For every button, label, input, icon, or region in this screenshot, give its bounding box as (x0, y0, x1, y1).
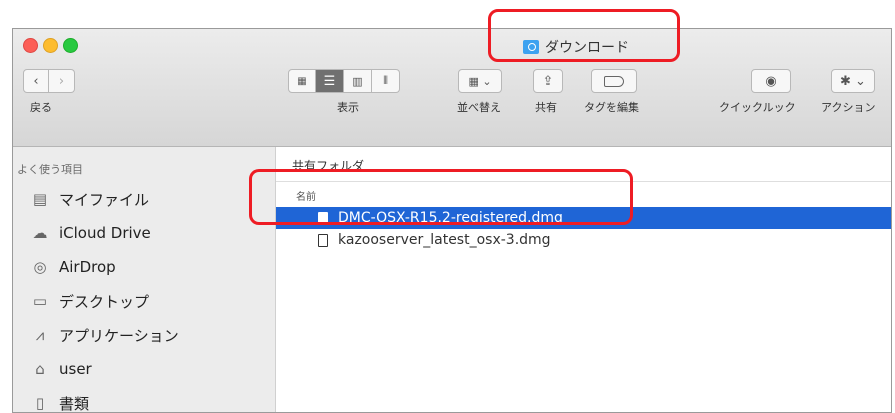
sidebar-item-label: AirDrop (59, 258, 116, 276)
close-button[interactable] (23, 38, 38, 53)
desktop-icon: ▭ (32, 292, 48, 310)
sidebar-item-label: 書類 (59, 394, 90, 413)
share-icon: ⇪ (542, 73, 554, 89)
sidebar-item-applications[interactable]: ⩘ アプリケーション (31, 321, 179, 349)
zoom-button[interactable] (63, 38, 78, 53)
title-highlight-callout (488, 9, 680, 62)
grid-icon: ▦ (297, 75, 307, 87)
all-my-files-icon: ▤ (32, 190, 48, 208)
action-button[interactable]: ✱ ⌄ (831, 69, 875, 93)
coverflow-view-button[interactable]: ⫴ (372, 69, 400, 93)
sort-button[interactable]: ▦ ⌄ (458, 69, 502, 93)
back-label: 戻る (30, 101, 52, 114)
quicklook-button[interactable]: ◉ (751, 69, 791, 93)
toolbar: ダウンロード ‹ › 戻る ▦ ☰ ▥ ⫴ 表示 ▦ ⌄ 並べ替え ⇪ 共有 タ… (13, 29, 891, 147)
view-mode-group: ▦ ☰ ▥ ⫴ (288, 69, 400, 93)
list-icon: ☰ (323, 73, 336, 89)
list-view-button[interactable]: ☰ (316, 69, 344, 93)
minimize-button[interactable] (43, 38, 58, 53)
sidebar-item-all-my-files[interactable]: ▤ マイファイル (31, 185, 149, 213)
tag-icon (604, 75, 624, 87)
sidebar-item-desktop[interactable]: ▭ デスクトップ (31, 287, 149, 315)
file-row[interactable]: kazooserver_latest_osx-3.dmg (276, 229, 891, 251)
quicklook-label: クイックルック (719, 101, 796, 114)
sidebar-item-airdrop[interactable]: ◎ AirDrop (31, 253, 116, 281)
share-button[interactable]: ⇪ (533, 69, 563, 93)
sidebar-item-label: アプリケーション (59, 326, 179, 345)
file-name: kazooserver_latest_osx-3.dmg (338, 232, 551, 248)
file-highlight-callout (249, 169, 633, 225)
back-button[interactable]: ‹ (23, 69, 49, 93)
edit-tags-button[interactable] (591, 69, 637, 93)
column-view-button[interactable]: ▥ (344, 69, 372, 93)
icon-view-button[interactable]: ▦ (288, 69, 316, 93)
sidebar-heading: よく使う項目 (17, 163, 83, 176)
sidebar: よく使う項目 ▤ マイファイル ☁ iCloud Drive ◎ AirDrop… (13, 147, 276, 412)
airdrop-icon: ◎ (33, 258, 47, 276)
columns-icon: ▥ (352, 74, 363, 88)
back-forward-group: ‹ › (23, 69, 75, 93)
chevron-right-icon: › (58, 73, 65, 89)
sidebar-item-label: iCloud Drive (59, 224, 151, 242)
sidebar-item-label: user (59, 360, 92, 378)
sidebar-item-documents[interactable]: ▯ 書類 (31, 389, 90, 413)
sidebar-item-user[interactable]: ⌂ user (31, 355, 92, 383)
view-label: 表示 (337, 101, 359, 114)
home-icon: ⌂ (35, 360, 45, 378)
cloud-icon: ☁ (32, 224, 48, 242)
chevron-left-icon: ‹ (33, 73, 39, 89)
sidebar-item-label: デスクトップ (59, 292, 150, 311)
documents-icon: ▯ (35, 394, 45, 412)
sidebar-item-label: マイファイル (59, 190, 150, 209)
gear-icon: ✱ ⌄ (840, 73, 866, 89)
coverflow-icon: ⫴ (383, 74, 388, 87)
sidebar-item-icloud-drive[interactable]: ☁ iCloud Drive (31, 219, 151, 247)
applications-icon: ⩘ (35, 326, 45, 344)
share-label: 共有 (535, 101, 557, 114)
edit-tags-label: タグを編集 (584, 101, 639, 114)
action-label: アクション (821, 101, 876, 114)
sort-label: 並べ替え (457, 101, 501, 114)
arrange-icon: ▦ ⌄ (468, 74, 492, 88)
forward-button[interactable]: › (49, 69, 75, 93)
eye-icon: ◉ (765, 73, 777, 89)
dmg-file-icon (318, 233, 328, 247)
